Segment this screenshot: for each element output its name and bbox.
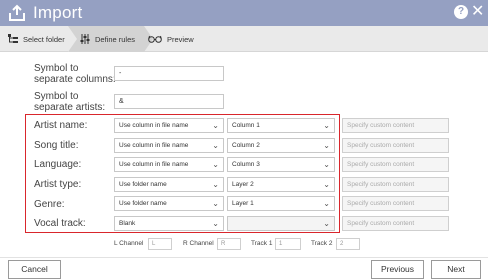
step-label: Select folder [23, 34, 65, 44]
chevron-down-icon: ⌄ [323, 219, 330, 228]
rule-target-select[interactable]: Column 2 ⌄ [227, 138, 335, 153]
l-channel-field[interactable]: L [148, 238, 172, 250]
select-value: Column 3 [232, 161, 260, 168]
rule-label: Vocal track: [34, 218, 86, 229]
chevron-down-icon: ⌄ [323, 141, 330, 150]
label-line: separate artists: [34, 102, 106, 113]
track2-field[interactable]: 2 [336, 238, 360, 250]
chevron-down-icon: ⌄ [323, 160, 330, 169]
l-channel-label: L Channel [114, 240, 144, 247]
rule-target-select[interactable]: Column 3 ⌄ [227, 157, 335, 172]
r-channel-label: R Channel [183, 240, 214, 247]
chevron-down-icon: ⌄ [212, 199, 219, 208]
label-line: Symbol to [34, 91, 79, 102]
rule-label: Song title: [34, 140, 79, 151]
rule-source-select[interactable]: Use folder name ⌄ [114, 177, 224, 192]
select-value: Blank [119, 220, 136, 227]
rule-label: Artist type: [34, 179, 82, 190]
chevron-down-icon: ⌄ [212, 141, 219, 150]
chevron-down-icon: ⌄ [323, 199, 330, 208]
rule-source-select[interactable]: Blank ⌄ [114, 216, 224, 231]
rule-source-select[interactable]: Use column in file name ⌄ [114, 138, 224, 153]
close-icon[interactable]: ✕ [471, 2, 484, 22]
rule-source-select[interactable]: Use column in file name ⌄ [114, 157, 224, 172]
custom-content-field[interactable]: Specify custom content [342, 118, 449, 133]
step-label: Define rules [95, 34, 136, 44]
chevron-down-icon: ⌄ [323, 180, 330, 189]
select-value: Column 2 [232, 142, 260, 149]
step-arrow [68, 26, 77, 52]
track1-label: Track 1 [251, 240, 273, 247]
select-value: Use folder name [119, 181, 167, 188]
select-value: Layer 1 [232, 200, 254, 207]
cancel-button[interactable]: Cancel [8, 260, 61, 279]
help-icon[interactable]: ? [454, 5, 468, 19]
folder-tree-icon [8, 34, 18, 44]
rule-target-select[interactable]: Layer 1 ⌄ [227, 196, 335, 211]
window-title: Import [33, 3, 83, 22]
custom-content-field[interactable]: Specify custom content [342, 216, 449, 231]
artists-separator-field[interactable]: & [114, 94, 224, 109]
step-select-folder[interactable]: Select folder [8, 26, 65, 52]
glasses-icon [148, 35, 162, 43]
columns-separator-label: Symbol to separate columns: [34, 63, 116, 85]
columns-separator-field[interactable]: - [114, 66, 224, 81]
custom-content-field[interactable]: Specify custom content [342, 177, 449, 192]
rule-label: Artist name: [34, 120, 88, 131]
track2-label: Track 2 [311, 240, 333, 247]
rule-label: Genre: [34, 199, 65, 210]
select-value: Column 1 [232, 122, 260, 129]
chevron-down-icon: ⌄ [212, 160, 219, 169]
label-line: Symbol to [34, 63, 79, 74]
rule-source-select[interactable]: Use folder name ⌄ [114, 196, 224, 211]
track1-field[interactable]: 1 [275, 238, 301, 250]
title-bar: Import ? ✕ [0, 0, 488, 26]
artists-separator-label: Symbol to separate artists: [34, 91, 105, 113]
rule-target-select[interactable]: Column 1 ⌄ [227, 118, 335, 133]
step-label: Preview [167, 34, 194, 44]
custom-content-field[interactable]: Specify custom content [342, 157, 449, 172]
rule-source-select[interactable]: Use column in file name ⌄ [114, 118, 224, 133]
footer-divider [0, 257, 488, 258]
rule-target-select[interactable]: ⌄ [227, 216, 335, 231]
next-button[interactable]: Next [431, 260, 481, 279]
sliders-icon [80, 34, 90, 44]
r-channel-field[interactable]: R [217, 238, 241, 250]
previous-button[interactable]: Previous [371, 260, 424, 279]
chevron-down-icon: ⌄ [212, 219, 219, 228]
import-icon [9, 4, 25, 21]
chevron-down-icon: ⌄ [212, 180, 219, 189]
select-value: Use column in file name [119, 142, 189, 149]
step-define-rules[interactable]: Define rules [68, 26, 144, 52]
steps-bar: Select folder Define rules Preview [0, 26, 488, 52]
select-value: Use column in file name [119, 161, 189, 168]
rule-label: Language: [34, 159, 82, 170]
chevron-down-icon: ⌄ [212, 121, 219, 130]
select-value: Use folder name [119, 200, 167, 207]
step-preview[interactable]: Preview [148, 26, 194, 52]
rule-target-select[interactable]: Layer 2 ⌄ [227, 177, 335, 192]
custom-content-field[interactable]: Specify custom content [342, 138, 449, 153]
custom-content-field[interactable]: Specify custom content [342, 196, 449, 211]
select-value: Layer 2 [232, 181, 254, 188]
select-value: Use column in file name [119, 122, 189, 129]
label-line: separate columns: [34, 74, 116, 85]
chevron-down-icon: ⌄ [323, 121, 330, 130]
